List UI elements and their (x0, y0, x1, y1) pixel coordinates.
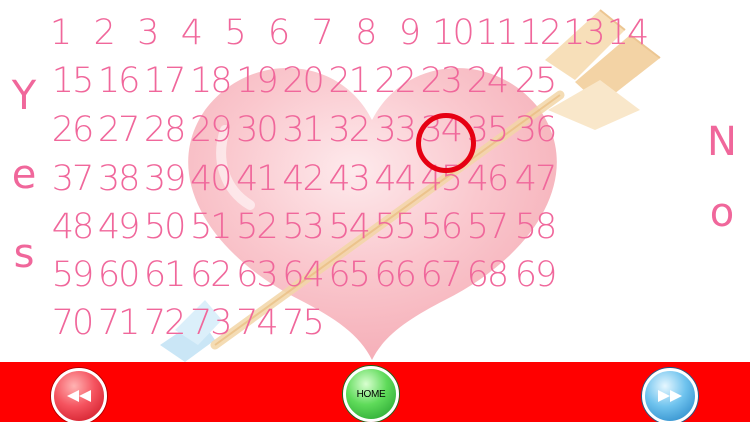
number-cell-38[interactable]: 38 (95, 159, 141, 199)
home-button-label: HOME (356, 388, 386, 400)
yes-letter-s[interactable]: s (4, 231, 44, 277)
number-cell-27[interactable]: 27 (95, 110, 141, 150)
number-cell-44[interactable]: 44 (372, 159, 418, 199)
number-cell-48[interactable]: 48 (49, 207, 95, 247)
number-cell-9[interactable]: 9 (386, 13, 432, 53)
number-cell-5[interactable]: 5 (211, 13, 257, 53)
number-cell-31[interactable]: 31 (280, 110, 326, 150)
number-cell-50[interactable]: 50 (141, 207, 187, 247)
number-cell-6[interactable]: 6 (255, 13, 301, 53)
number-cell-68[interactable]: 68 (464, 255, 510, 295)
number-cell-42[interactable]: 42 (280, 159, 326, 199)
number-cell-15[interactable]: 15 (49, 61, 95, 101)
number-cell-55[interactable]: 55 (372, 207, 418, 247)
number-cell-58[interactable]: 58 (512, 207, 558, 247)
back-button[interactable] (51, 368, 107, 422)
number-cell-54[interactable]: 54 (326, 207, 372, 247)
number-grid: 1 2 3 4 5 6 7 8 9 10 11 12 13 14 15 16 17 18 19 20 21 22 23 24 2… (0, 0, 750, 362)
number-cell-74[interactable]: 74 (233, 303, 279, 343)
number-cell-36[interactable]: 36 (512, 110, 558, 150)
number-cell-43[interactable]: 43 (326, 159, 372, 199)
number-cell-75[interactable]: 75 (280, 303, 326, 343)
number-cell-47[interactable]: 47 (512, 159, 558, 199)
home-button[interactable]: HOME (343, 366, 399, 422)
number-cell-71[interactable]: 71 (95, 303, 141, 343)
rewind-icon (67, 390, 91, 402)
forward-button[interactable] (642, 368, 698, 422)
number-cell-37[interactable]: 37 (49, 159, 95, 199)
fast-forward-icon (658, 390, 682, 402)
number-cell-33[interactable]: 33 (372, 110, 418, 150)
number-cell-64[interactable]: 64 (280, 255, 326, 295)
number-cell-73[interactable]: 73 (187, 303, 233, 343)
number-cell-62[interactable]: 62 (187, 255, 233, 295)
number-cell-69[interactable]: 69 (512, 255, 558, 295)
number-cell-40[interactable]: 40 (187, 159, 233, 199)
number-cell-21[interactable]: 21 (326, 61, 372, 101)
number-cell-13[interactable]: 13 (560, 13, 606, 53)
number-cell-51[interactable]: 51 (187, 207, 233, 247)
yes-letter-e[interactable]: e (4, 152, 44, 198)
number-cell-56[interactable]: 56 (418, 207, 464, 247)
number-cell-66[interactable]: 66 (372, 255, 418, 295)
number-cell-67[interactable]: 67 (418, 255, 464, 295)
no-letter-o[interactable]: o (702, 190, 742, 236)
number-cell-8[interactable]: 8 (342, 13, 388, 53)
number-cell-65[interactable]: 65 (326, 255, 372, 295)
number-cell-1[interactable]: 1 (37, 13, 83, 53)
number-cell-72[interactable]: 72 (141, 303, 187, 343)
number-cell-10[interactable]: 10 (430, 13, 476, 53)
number-cell-11[interactable]: 11 (473, 13, 519, 53)
number-cell-30[interactable]: 30 (233, 110, 279, 150)
number-cell-29[interactable]: 29 (187, 110, 233, 150)
number-cell-61[interactable]: 61 (141, 255, 187, 295)
number-cell-2[interactable]: 2 (81, 13, 127, 53)
number-cell-59[interactable]: 59 (49, 255, 95, 295)
number-cell-19[interactable]: 19 (233, 61, 279, 101)
number-cell-17[interactable]: 17 (141, 61, 187, 101)
number-cell-20[interactable]: 20 (280, 61, 326, 101)
number-cell-32[interactable]: 32 (326, 110, 372, 150)
number-cell-4[interactable]: 4 (168, 13, 214, 53)
number-cell-14[interactable]: 14 (604, 13, 650, 53)
number-cell-18[interactable]: 18 (187, 61, 233, 101)
number-cell-12[interactable]: 12 (517, 13, 563, 53)
number-cell-39[interactable]: 39 (141, 159, 187, 199)
number-cell-63[interactable]: 63 (233, 255, 279, 295)
number-cell-70[interactable]: 70 (49, 303, 95, 343)
number-cell-22[interactable]: 22 (372, 61, 418, 101)
number-cell-28[interactable]: 28 (141, 110, 187, 150)
number-cell-46[interactable]: 46 (464, 159, 510, 199)
number-cell-57[interactable]: 57 (464, 207, 510, 247)
number-cell-25[interactable]: 25 (512, 61, 558, 101)
number-cell-60[interactable]: 60 (95, 255, 141, 295)
yes-letter-y[interactable]: Y (4, 73, 44, 119)
number-cell-52[interactable]: 52 (233, 207, 279, 247)
number-cell-24[interactable]: 24 (464, 61, 510, 101)
number-cell-41[interactable]: 41 (233, 159, 279, 199)
number-cell-7[interactable]: 7 (299, 13, 345, 53)
number-cell-49[interactable]: 49 (95, 207, 141, 247)
game-board: 1 2 3 4 5 6 7 8 9 10 11 12 13 14 15 16 17 18 19 20 21 22 23 24 2… (0, 0, 750, 422)
number-cell-16[interactable]: 16 (95, 61, 141, 101)
number-cell-23[interactable]: 23 (418, 61, 464, 101)
no-letter-n[interactable]: N (702, 119, 742, 165)
number-cell-26[interactable]: 26 (49, 110, 95, 150)
number-cell-53[interactable]: 53 (280, 207, 326, 247)
number-cell-3[interactable]: 3 (124, 13, 170, 53)
selected-number-marker (416, 113, 476, 173)
